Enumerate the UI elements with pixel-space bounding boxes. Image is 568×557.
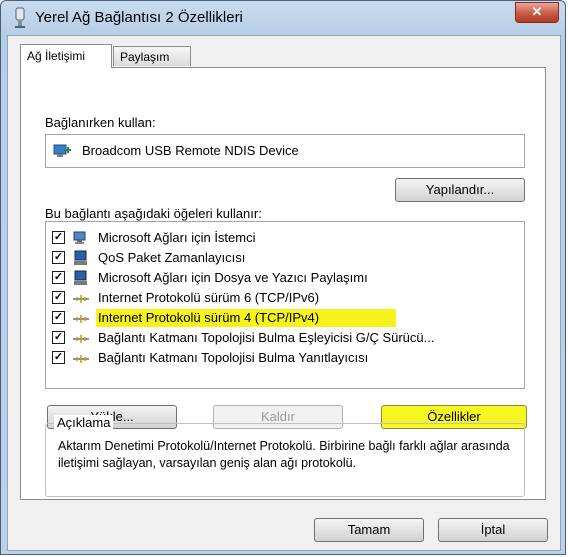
adapter-device-field: Broadcom USB Remote NDIS Device (45, 134, 525, 168)
properties-dialog-window: Yerel Ağ Bağlantısı 2 Özellikleri ✕ Ağ İ… (0, 0, 566, 555)
components-list[interactable]: ✓ Microsoft Ağları için İstemci ✓ QoS Pa… (45, 221, 525, 389)
network-adapter-icon (11, 7, 29, 29)
ok-button[interactable]: Tamam (314, 518, 424, 542)
checkbox[interactable]: ✓ (52, 311, 65, 324)
dialog-body: Ağ İletişimi Paylaşım Bağlanırken kullan… (7, 35, 561, 551)
checkbox[interactable]: ✓ (52, 291, 65, 304)
description-legend: Açıklama (54, 415, 114, 430)
list-item-qos[interactable]: ✓ QoS Paket Zamanlayıcısı (50, 248, 522, 268)
checkbox[interactable]: ✓ (52, 231, 65, 244)
network-service-icon (72, 270, 90, 286)
item-label: Bağlantı Katmanı Topolojisi Bulma Eşleyi… (98, 330, 435, 345)
close-icon: ✕ (531, 4, 543, 19)
item-label: Internet Protokolü sürüm 4 (TCP/IPv4) (98, 310, 320, 325)
adapter-device-name: Broadcom USB Remote NDIS Device (82, 143, 299, 158)
protocol-icon (72, 350, 90, 366)
item-label: Bağlantı Katmanı Topolojisi Bulma Yanıtl… (98, 350, 369, 365)
networking-tab-panel: Bağlanırken kullan: Broadcom USB Remote … (20, 67, 546, 500)
list-item-lltd-responder[interactable]: ✓ Bağlantı Katmanı Topolojisi Bulma Yanı… (50, 348, 522, 368)
item-label: QoS Paket Zamanlayıcısı (98, 250, 246, 265)
checkbox[interactable]: ✓ (52, 271, 65, 284)
list-item-ipv6[interactable]: ✓ Internet Protokolü sürüm 6 (TCP/IPv6) (50, 288, 522, 308)
connect-using-label: Bağlanırken kullan: (45, 115, 156, 130)
title-bar[interactable]: Yerel Ağ Bağlantısı 2 Özellikleri ✕ (1, 1, 565, 35)
list-item-lltd-mapper[interactable]: ✓ Bağlantı Katmanı Topolojisi Bulma Eşle… (50, 328, 522, 348)
checkbox[interactable]: ✓ (52, 351, 65, 364)
item-label: Microsoft Ağları için İstemci (98, 230, 256, 245)
item-label: Microsoft Ağları için Dosya ve Yazıcı Pa… (98, 270, 368, 285)
components-label: Bu bağlantı aşağıdaki öğeleri kullanır: (45, 206, 262, 221)
description-group: Açıklama Aktarım Denetimi Protokolü/Inte… (45, 415, 525, 497)
window-title: Yerel Ağ Bağlantısı 2 Özellikleri (35, 9, 243, 26)
tab-sharing-label: Paylaşım (120, 50, 170, 64)
list-item-ms-client[interactable]: ✓ Microsoft Ağları için İstemci (50, 228, 522, 248)
checkbox[interactable]: ✓ (52, 251, 65, 264)
description-text: Aktarım Denetimi Protokolü/Internet Prot… (58, 439, 510, 470)
network-adapter-icon (52, 142, 72, 160)
tab-networking[interactable]: Ağ İletişimi (20, 44, 112, 68)
tab-networking-label: Ağ İletişimi (27, 49, 86, 63)
configure-button[interactable]: Yapılandır... (395, 178, 525, 202)
network-service-icon (72, 250, 90, 266)
protocol-icon (72, 330, 90, 346)
tab-sharing[interactable]: Paylaşım (113, 46, 191, 66)
item-label: Internet Protokolü sürüm 6 (TCP/IPv6) (98, 290, 320, 305)
network-client-icon (72, 230, 90, 246)
close-button[interactable]: ✕ (515, 2, 559, 23)
cancel-button[interactable]: İptal (438, 518, 548, 542)
checkbox[interactable]: ✓ (52, 331, 65, 344)
list-item-ipv4[interactable]: ✓ Internet Protokolü sürüm 4 (TCP/IPv4) (50, 308, 522, 328)
protocol-icon (72, 310, 90, 326)
protocol-icon (72, 290, 90, 306)
list-item-file-printer-sharing[interactable]: ✓ Microsoft Ağları için Dosya ve Yazıcı … (50, 268, 522, 288)
